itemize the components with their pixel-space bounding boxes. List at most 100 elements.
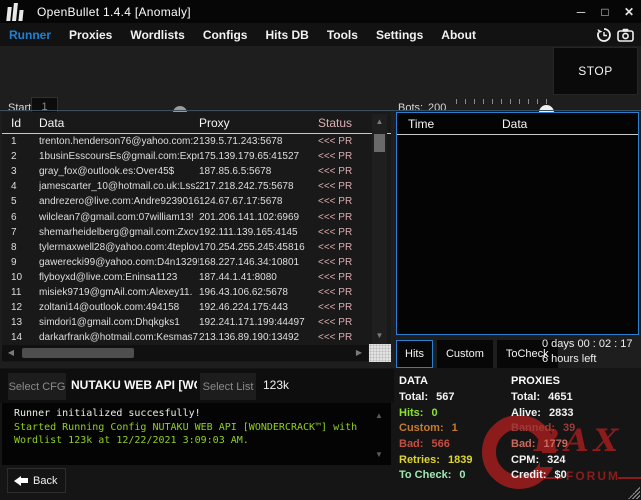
menu-item-tools[interactable]: Tools	[318, 28, 367, 42]
column-header-proxy[interactable]: Proxy	[199, 116, 318, 130]
stat-label: Retries:	[399, 453, 440, 466]
cell-status: <<< PR	[318, 136, 353, 148]
menu-item-hits-db[interactable]: Hits DB	[256, 28, 317, 42]
stat-value: 4651	[548, 391, 573, 403]
menu-bar-icons	[596, 27, 634, 43]
close-icon[interactable]: ✕	[617, 0, 641, 23]
scroll-up-icon[interactable]: ▲	[372, 116, 387, 128]
scroll-right-icon[interactable]: ▶	[352, 345, 366, 361]
cell-status: <<< PR	[318, 256, 353, 268]
stat-item: Bad: 1779	[511, 437, 575, 453]
stat-label: Hits:	[399, 406, 424, 419]
column-header-data[interactable]: Data	[39, 116, 199, 130]
table-row[interactable]: 11 misiek9719@gmAil.com:Alexey11. 196.43.1…	[2, 285, 391, 300]
table-row[interactable]: 4 jamescarter_10@hotmail.co.uk:Lss2! 217.2…	[2, 179, 391, 194]
table-row[interactable]: 5 andrezero@live.com:Andre9239016 124.67.6…	[2, 194, 391, 209]
cell-proxy: 175.139.179.65:41527	[199, 151, 300, 163]
menu-item-proxies[interactable]: Proxies	[60, 28, 121, 42]
table-row[interactable]: 6 wilclean7@gmail.com:07william13! 201.206…	[2, 209, 391, 224]
cell-id: 8	[11, 241, 17, 253]
hits-button[interactable]: Hits	[396, 340, 433, 368]
elapsed-time: 0 days 00 : 02 : 17	[542, 338, 633, 350]
back-arrow-icon	[14, 475, 28, 486]
menu-item-settings[interactable]: Settings	[367, 28, 432, 42]
stat-value: 39	[563, 422, 576, 435]
cell-proxy: 213.136.89.190:13492	[199, 332, 300, 344]
stat-label: To Check:	[399, 469, 452, 482]
minimize-icon[interactable]: ─	[569, 0, 593, 23]
select-list-button[interactable]: Select List	[200, 373, 256, 400]
cell-data: trenton.henderson76@yahoo.com:2	[39, 136, 199, 148]
table-row[interactable]: 7 shemarheidelberg@gmail.com:Zxcv 192.111.…	[2, 225, 391, 240]
stop-button[interactable]: STOP	[553, 47, 638, 95]
stat-item: Alive: 2833	[511, 406, 575, 422]
scroll-left-icon[interactable]: ◀	[4, 345, 18, 361]
table-row[interactable]: 3 gray_fox@outlook.es:Over45$ 187.85.6.5:5…	[2, 164, 391, 179]
table-row[interactable]: 13 simdori1@gmail.com:Dhqkgks1 192.241.171…	[2, 315, 391, 330]
stat-item: Custom: 1	[399, 421, 472, 437]
cell-id: 2	[11, 151, 17, 163]
table-row[interactable]: 8 tylermaxwell28@yahoo.com:4teplov 170.254…	[2, 240, 391, 255]
custom-button[interactable]: Custom	[436, 340, 493, 368]
cell-data: misiek9719@gmAil.com:Alexey11.	[39, 286, 193, 298]
maximize-icon[interactable]: □	[593, 0, 617, 23]
resize-grip-icon[interactable]	[628, 487, 640, 499]
table-row[interactable]: 10 flyboyxd@live.com:Eninsa1123 187.44.1.4…	[2, 270, 391, 285]
results-table-body: 1 trenton.henderson76@yahoo.com:2 139.5.71…	[2, 134, 391, 345]
title-bar: OpenBullet 1.4.4 [Anomaly] ─ □ ✕	[0, 0, 641, 23]
cell-proxy: 217.218.242.75:5678	[199, 181, 294, 193]
hits-panel: Time Data	[396, 112, 639, 335]
table-row[interactable]: 9 gawerecki99@yahoo.com:D4n1329! 168.227.1…	[2, 255, 391, 270]
log-scroll-down-icon[interactable]: ▼	[373, 448, 385, 462]
cell-status: <<< PR	[318, 332, 353, 344]
cell-proxy: 168.227.146.34:10801	[199, 256, 300, 268]
remaining-time: 6 hours left	[542, 353, 597, 365]
menu-item-configs[interactable]: Configs	[194, 28, 257, 42]
cell-status: <<< PR	[318, 241, 353, 253]
back-button[interactable]: Back	[7, 468, 66, 493]
stat-item: Total: 567	[399, 390, 472, 406]
column-header-time[interactable]: Time	[397, 117, 502, 131]
results-vertical-scrollbar[interactable]: ▲ ▼	[372, 114, 387, 344]
stat-label: Bad:	[511, 438, 536, 451]
column-header-id[interactable]: Id	[2, 116, 39, 130]
camera-icon[interactable]	[617, 27, 634, 43]
vertical-scroll-thumb[interactable]	[374, 134, 385, 152]
cell-proxy: 139.5.71.243:5678	[199, 136, 283, 148]
select-cfg-button[interactable]: Select CFG	[8, 373, 66, 400]
cell-data: tylermaxwell28@yahoo.com:4teplov	[39, 241, 199, 253]
cell-id: 6	[11, 211, 17, 223]
stat-value: 0	[459, 469, 466, 482]
stat-item: Total: 4651	[511, 390, 575, 406]
stat-label: Banned:	[511, 422, 555, 435]
column-header-hit-data[interactable]: Data	[502, 117, 527, 131]
cell-status: <<< PR	[318, 166, 353, 178]
table-row[interactable]: 2 1businEsscoursEs@gmail.com:Expre 175.139…	[2, 149, 391, 164]
cell-id: 13	[11, 317, 23, 329]
horizontal-scroll-thumb[interactable]	[22, 348, 134, 358]
scroll-down-icon[interactable]: ▼	[372, 330, 387, 342]
stat-label: Total:	[511, 391, 541, 403]
column-header-status[interactable]: Status	[318, 116, 359, 130]
cell-data: shemarheidelberg@gmail.com:Zxcv	[39, 226, 199, 238]
menu-item-runner[interactable]: Runner	[0, 28, 60, 42]
history-icon[interactable]	[596, 27, 612, 43]
window-title: OpenBullet 1.4.4 [Anomaly]	[37, 4, 191, 19]
cell-id: 14	[11, 332, 23, 344]
results-horizontal-scrollbar[interactable]: ◀ ▶	[2, 345, 368, 361]
stat-label: Total:	[399, 391, 429, 403]
cell-data: jamescarter_10@hotmail.co.uk:Lss2!	[39, 181, 199, 193]
cell-id: 7	[11, 226, 17, 238]
table-row[interactable]: 14 darkarfrank@hotmail.com:Kesmas7 213.136…	[2, 330, 391, 345]
cell-status: <<< PR	[318, 181, 353, 193]
selected-config-name: NUTAKU WEB API [WONDER	[71, 378, 197, 392]
table-row[interactable]: 12 zoltani14@outlook.com:494158 192.46.224…	[2, 300, 391, 315]
menu-item-wordlists[interactable]: Wordlists	[121, 28, 193, 42]
log-scroll-up-icon[interactable]: ▲	[373, 409, 385, 423]
cell-status: <<< PR	[318, 286, 353, 298]
table-row[interactable]: 1 trenton.henderson76@yahoo.com:2 139.5.71…	[2, 134, 391, 149]
hit-filter-buttons: Hits Custom ToCheck	[396, 340, 558, 368]
openbullet-logo-icon	[6, 2, 24, 21]
stat-item: CPM: 324	[511, 453, 575, 469]
menu-item-about[interactable]: About	[432, 28, 485, 42]
